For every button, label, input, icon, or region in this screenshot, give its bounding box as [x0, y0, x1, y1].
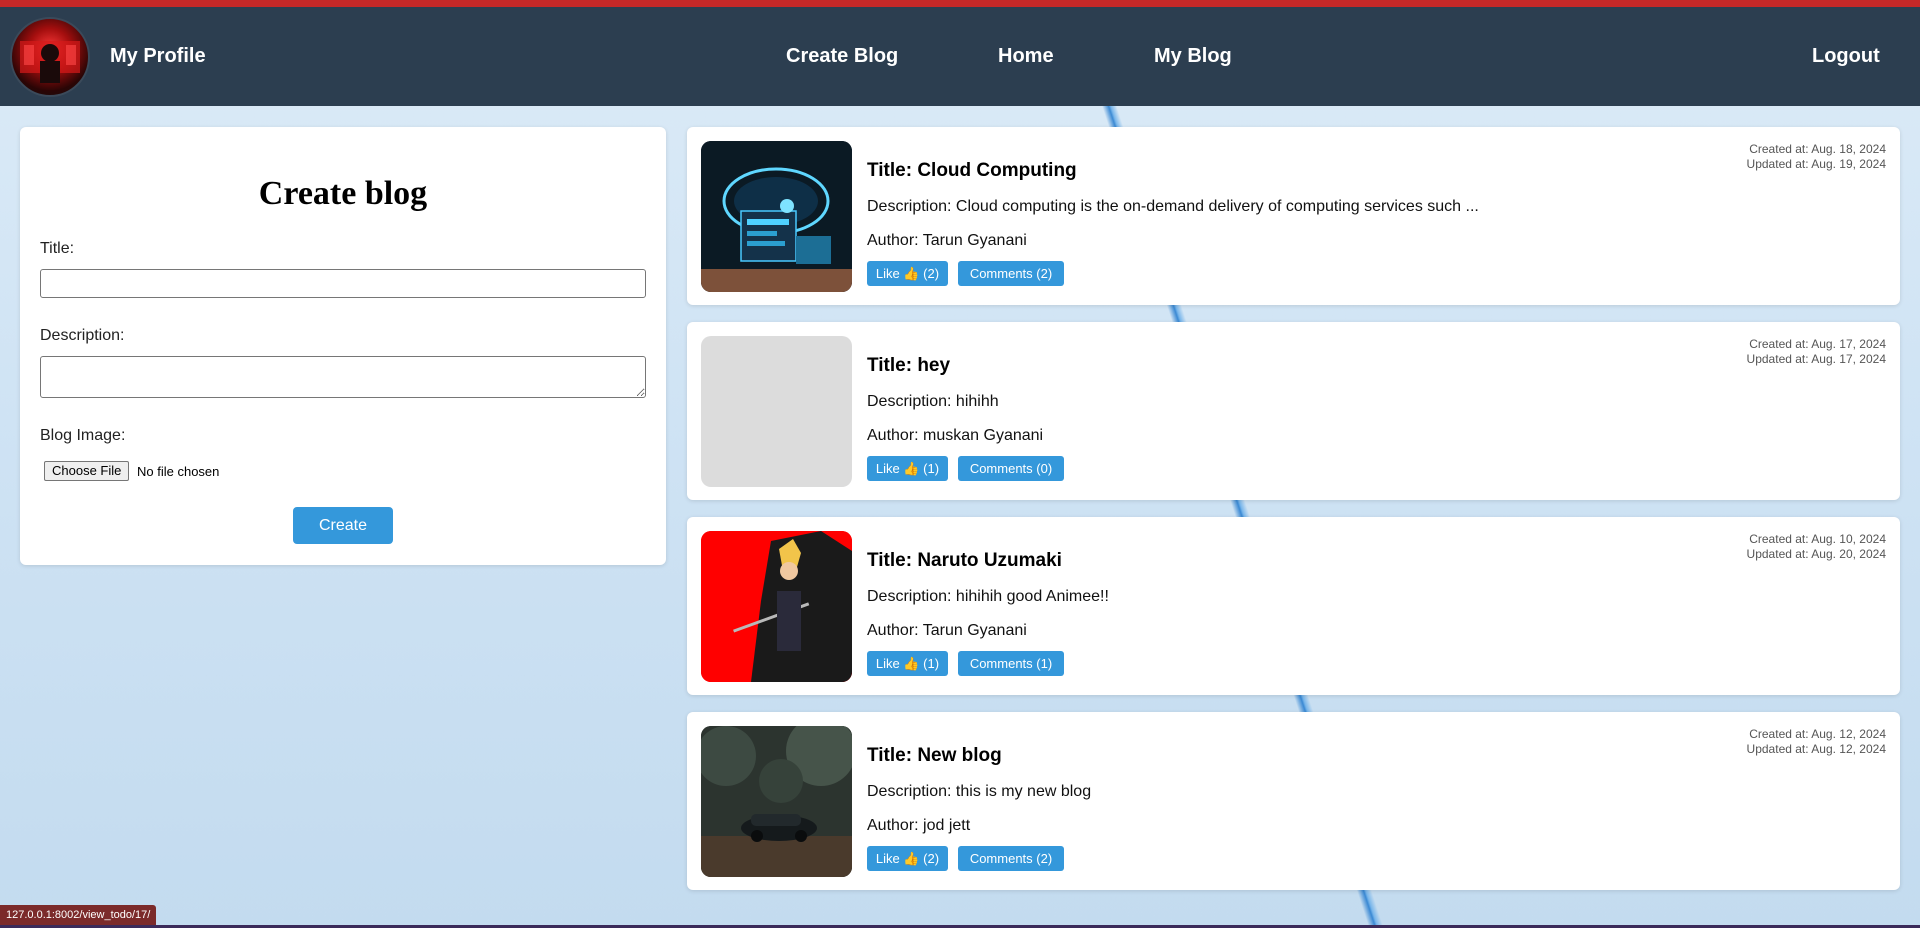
created-at: Created at: Aug. 17, 2024: [1749, 337, 1886, 351]
post-dates: Created at: Aug. 12, 2024 Updated at: Au…: [1747, 727, 1886, 757]
post-description: Description: hihihh: [867, 393, 999, 410]
blog-card[interactable]: Title: hey Description: hihihh Author: m…: [687, 322, 1900, 500]
like-button[interactable]: Like 👍 (1): [867, 456, 948, 481]
post-author: Author: jod jett: [867, 817, 971, 834]
like-button[interactable]: Like 👍 (2): [867, 846, 948, 871]
anime-character-image: [701, 531, 852, 682]
post-title: Title: Cloud Computing: [867, 160, 1077, 181]
placeholder-image: [701, 336, 852, 487]
create-button[interactable]: Create: [293, 507, 393, 544]
blog-card[interactable]: Title: New blog Description: this is my …: [687, 712, 1900, 890]
blog-card[interactable]: Title: Naruto Uzumaki Description: hihih…: [687, 517, 1900, 695]
create-blog-form: Create blog Title: Description: Blog Ima…: [20, 127, 666, 565]
comments-button[interactable]: Comments (1): [958, 651, 1064, 676]
description-textarea[interactable]: [40, 356, 646, 398]
blog-image-label: Blog Image:: [40, 427, 126, 444]
created-at: Created at: Aug. 18, 2024: [1749, 142, 1886, 156]
navbar: My Profile Create Blog Home My Blog Logo…: [0, 7, 1920, 106]
description-label: Description:: [40, 327, 125, 344]
no-file-text: No file chosen: [137, 464, 220, 479]
nav-logout[interactable]: Logout: [1812, 7, 1880, 106]
choose-file-button[interactable]: Choose File: [44, 461, 130, 481]
updated-at: Updated at: Aug. 19, 2024: [1746, 157, 1886, 171]
nav-my-profile[interactable]: My Profile: [110, 7, 206, 106]
comments-button[interactable]: Comments (2): [958, 261, 1064, 286]
top-border: [0, 0, 1920, 7]
post-author: Author: muskan Gyanani: [867, 427, 1044, 444]
status-bar-url: 127.0.0.1:8002/view_todo/17/: [0, 905, 157, 925]
nav-my-blog[interactable]: My Blog: [1154, 7, 1232, 106]
comments-button[interactable]: Comments (0): [958, 456, 1064, 481]
avatar-image: [20, 41, 80, 83]
car-photo-image: [701, 726, 852, 877]
post-title: Title: New blog: [867, 745, 1002, 766]
created-at: Created at: Aug. 10, 2024: [1749, 532, 1886, 546]
updated-at: Updated at: Aug. 20, 2024: [1746, 547, 1886, 561]
title-input[interactable]: [40, 269, 646, 298]
post-description: Description: this is my new blog: [867, 783, 1092, 800]
like-button[interactable]: Like 👍 (1): [867, 651, 948, 676]
post-dates: Created at: Aug. 17, 2024 Updated at: Au…: [1747, 337, 1886, 367]
cloud-computing-image: [701, 141, 852, 292]
updated-at: Updated at: Aug. 17, 2024: [1746, 352, 1886, 366]
post-author: Author: Tarun Gyanani: [867, 232, 1027, 249]
post-title: Title: Naruto Uzumaki: [867, 550, 1062, 571]
nav-home[interactable]: Home: [998, 7, 1054, 106]
title-label: Title:: [40, 240, 75, 257]
like-button[interactable]: Like 👍 (2): [867, 261, 948, 286]
blog-card[interactable]: Title: Cloud Computing Description: Clou…: [687, 127, 1900, 305]
post-description: Description: hihihih good Animee!!: [867, 588, 1109, 605]
post-dates: Created at: Aug. 18, 2024 Updated at: Au…: [1747, 142, 1886, 172]
avatar[interactable]: [10, 17, 90, 97]
post-description: Description: Cloud computing is the on-d…: [867, 198, 1479, 215]
post-author: Author: Tarun Gyanani: [867, 622, 1027, 639]
post-title: Title: hey: [867, 355, 951, 376]
comments-button[interactable]: Comments (2): [958, 846, 1064, 871]
nav-create-blog[interactable]: Create Blog: [786, 7, 898, 106]
form-heading: Create blog: [258, 175, 428, 212]
created-at: Created at: Aug. 12, 2024: [1749, 727, 1886, 741]
updated-at: Updated at: Aug. 12, 2024: [1746, 742, 1886, 756]
post-dates: Created at: Aug. 10, 2024 Updated at: Au…: [1747, 532, 1886, 562]
